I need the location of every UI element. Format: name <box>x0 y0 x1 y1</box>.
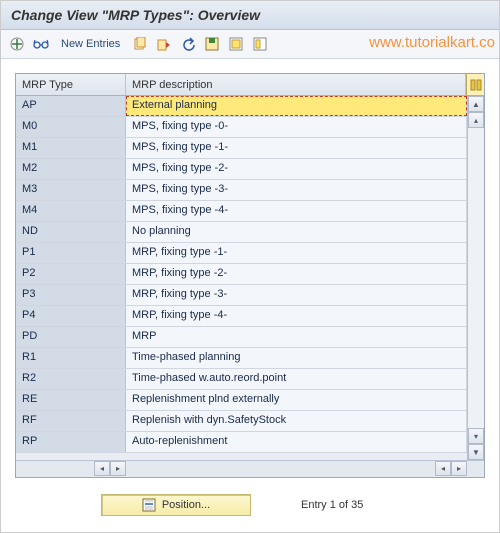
cell-mrp-description[interactable]: MPS, fixing type -4- <box>126 201 467 221</box>
cell-mrp-type[interactable]: P3 <box>16 285 126 305</box>
table-row[interactable]: NDNo planning <box>16 222 467 243</box>
watermark-text: www.tutorialkart.co <box>369 34 495 51</box>
cell-mrp-description[interactable]: Time-phased w.auto.reord.point <box>126 369 467 389</box>
table-row[interactable]: M0MPS, fixing type -0- <box>16 117 467 138</box>
col-header-mrp-type[interactable]: MRP Type <box>16 74 126 95</box>
hscroll-right-2[interactable]: ▸ <box>451 461 467 476</box>
cell-mrp-type[interactable]: RE <box>16 390 126 410</box>
table-row[interactable]: M2MPS, fixing type -2- <box>16 159 467 180</box>
scroll-up-step[interactable]: ▴ <box>468 112 484 128</box>
copy-icon[interactable] <box>130 34 150 54</box>
cell-mrp-type[interactable]: M0 <box>16 117 126 137</box>
cell-mrp-description[interactable]: MPS, fixing type -0- <box>126 117 467 137</box>
window-title: Change View "MRP Types": Overview <box>1 1 499 30</box>
hscroll-right-1[interactable]: ▸ <box>110 461 126 476</box>
table-row[interactable]: RFReplenish with dyn.SafetyStock <box>16 411 467 432</box>
scroll-up-button[interactable]: ▲ <box>468 96 484 112</box>
cell-mrp-description[interactable]: MPS, fixing type -2- <box>126 159 467 179</box>
cell-mrp-description[interactable]: No planning <box>126 222 467 242</box>
cell-mrp-type[interactable]: RF <box>16 411 126 431</box>
cell-mrp-type[interactable]: AP <box>16 96 126 116</box>
table-row[interactable]: P4MRP, fixing type -4- <box>16 306 467 327</box>
position-button[interactable]: Position... <box>101 494 251 516</box>
cell-mrp-description[interactable]: Replenish with dyn.SafetyStock <box>126 411 467 431</box>
select-block-icon[interactable] <box>250 34 270 54</box>
scroll-track[interactable] <box>468 128 484 428</box>
cell-mrp-type[interactable]: M2 <box>16 159 126 179</box>
table-row[interactable]: REReplenishment plnd externally <box>16 390 467 411</box>
position-icon <box>142 498 156 512</box>
cell-mrp-type[interactable]: R2 <box>16 369 126 389</box>
horizontal-scrollbar: ◂ ▸ ◂ ▸ <box>16 460 484 477</box>
cell-mrp-type[interactable]: P1 <box>16 243 126 263</box>
cell-mrp-description[interactable]: Time-phased planning <box>126 348 467 368</box>
toolbar: New Entries www.tutorialkart.co <box>1 30 499 59</box>
cell-mrp-description[interactable]: MRP, fixing type -2- <box>126 264 467 284</box>
cell-mrp-description[interactable]: MRP, fixing type -3- <box>126 285 467 305</box>
table-row[interactable]: APExternal planning <box>16 96 467 117</box>
col-header-mrp-description[interactable]: MRP description <box>126 74 466 95</box>
cell-mrp-type[interactable]: M3 <box>16 180 126 200</box>
cell-mrp-description[interactable]: External planning <box>126 96 467 116</box>
scroll-down-button[interactable]: ▼ <box>468 444 484 460</box>
expand-all-icon[interactable] <box>7 34 27 54</box>
configure-columns-icon[interactable] <box>466 74 484 95</box>
table-row[interactable]: PDMRP <box>16 327 467 348</box>
cell-mrp-description[interactable]: Replenishment plnd externally <box>126 390 467 410</box>
scroll-down-step[interactable]: ▾ <box>468 428 484 444</box>
cell-mrp-type[interactable]: RP <box>16 432 126 452</box>
table-row[interactable]: P1MRP, fixing type -1- <box>16 243 467 264</box>
table-row[interactable]: RPAuto-replenishment <box>16 432 467 453</box>
footer: Position... Entry 1 of 35 <box>1 484 499 526</box>
position-label: Position... <box>162 499 210 511</box>
vertical-scrollbar[interactable]: ▲ ▴ ▾ ▼ <box>467 96 484 460</box>
cell-mrp-type[interactable]: M1 <box>16 138 126 158</box>
entry-counter: Entry 1 of 35 <box>301 499 363 511</box>
cell-mrp-description[interactable]: Auto-replenishment <box>126 432 467 452</box>
copy-as-icon[interactable] <box>154 34 174 54</box>
table-header: MRP Type MRP description <box>16 74 484 96</box>
table-row[interactable]: P2MRP, fixing type -2- <box>16 264 467 285</box>
hscroll-left-2[interactable]: ◂ <box>435 461 451 476</box>
cell-mrp-type[interactable]: P4 <box>16 306 126 326</box>
cell-mrp-type[interactable]: R1 <box>16 348 126 368</box>
cell-mrp-type[interactable]: ND <box>16 222 126 242</box>
cell-mrp-description[interactable]: MRP <box>126 327 467 347</box>
table-row[interactable]: M4MPS, fixing type -4- <box>16 201 467 222</box>
new-entries-link[interactable]: New Entries <box>55 38 126 50</box>
table-row[interactable]: R2Time-phased w.auto.reord.point <box>16 369 467 390</box>
cell-mrp-type[interactable]: P2 <box>16 264 126 284</box>
cell-mrp-type[interactable]: M4 <box>16 201 126 221</box>
cell-mrp-description[interactable]: MRP, fixing type -4- <box>126 306 467 326</box>
mrp-types-table: MRP Type MRP description APExternal plan… <box>15 73 485 478</box>
hscroll-left-1[interactable]: ◂ <box>94 461 110 476</box>
glasses-icon[interactable] <box>31 34 51 54</box>
table-row[interactable]: P3MRP, fixing type -3- <box>16 285 467 306</box>
cell-mrp-description[interactable]: MRP, fixing type -1- <box>126 243 467 263</box>
cell-mrp-description[interactable]: MPS, fixing type -1- <box>126 138 467 158</box>
table-row[interactable]: R1Time-phased planning <box>16 348 467 369</box>
undo-icon[interactable] <box>178 34 198 54</box>
save-icon[interactable] <box>202 34 222 54</box>
table-row[interactable]: M1MPS, fixing type -1- <box>16 138 467 159</box>
cell-mrp-description[interactable]: MPS, fixing type -3- <box>126 180 467 200</box>
cell-mrp-type[interactable]: PD <box>16 327 126 347</box>
select-all-icon[interactable] <box>226 34 246 54</box>
table-row[interactable]: M3MPS, fixing type -3- <box>16 180 467 201</box>
